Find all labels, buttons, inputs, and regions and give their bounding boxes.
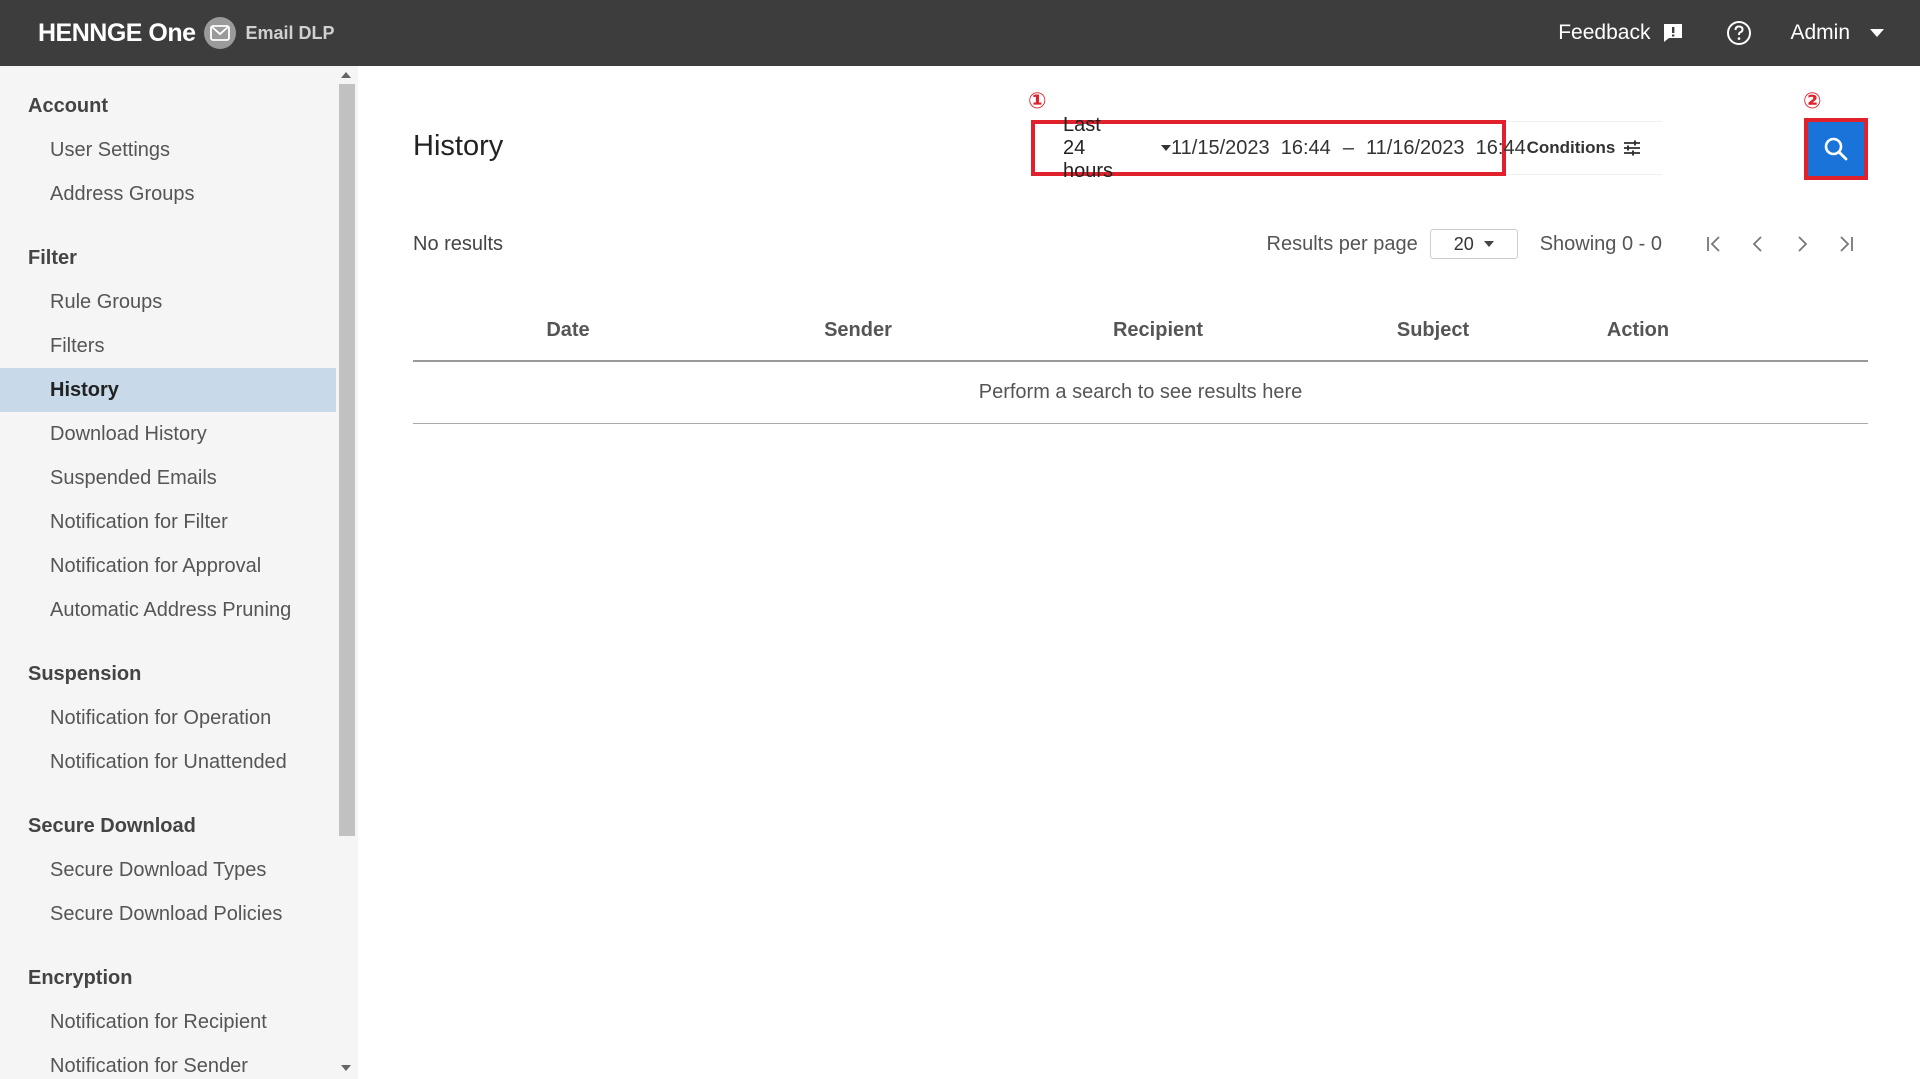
sidebar-item-notification-for-unattended[interactable]: Notification for Unattended (0, 740, 336, 784)
last-page-button[interactable] (1824, 226, 1868, 262)
empty-table-message: Perform a search to see results here (413, 362, 1868, 424)
conditions-label: Conditions (1526, 138, 1616, 157)
sidebar-item-notification-for-sender[interactable]: Notification for Sender (0, 1044, 336, 1079)
history-table: Date Sender Recipient Subject Action Per… (413, 298, 1868, 424)
sidebar-scrollbar[interactable] (337, 66, 357, 1079)
sidebar-item-rule-groups[interactable]: Rule Groups (0, 280, 336, 324)
feedback-button[interactable]: Feedback (1558, 21, 1684, 45)
column-recipient[interactable]: Recipient (1078, 298, 1238, 362)
section-filter: Filter (28, 247, 77, 269)
showing-count: Showing 0 - 0 (1539, 232, 1662, 255)
top-bar: HENNGE One Email DLP Feedback Admin (0, 0, 1920, 66)
results-toolbar: No results Results per page 20 Showing 0… (413, 226, 1868, 262)
last-page-icon (1840, 236, 1853, 252)
sliders-icon (1624, 140, 1641, 156)
scrollbar-thumb[interactable] (339, 84, 355, 836)
section-secure-download: Secure Download (28, 815, 196, 837)
first-page-button[interactable] (1692, 226, 1736, 262)
table-header: Date Sender Recipient Subject Action (413, 298, 1868, 362)
annotation-marker-2: ② (1803, 88, 1822, 113)
scroll-up-arrow-icon[interactable] (341, 72, 351, 78)
conditions-button[interactable]: Conditions (1506, 121, 1662, 175)
column-subject[interactable]: Subject (1368, 298, 1498, 362)
sidebar-item-notification-for-operation[interactable]: Notification for Operation (0, 696, 336, 740)
feedback-icon (1664, 24, 1683, 42)
chevron-down-icon (1161, 145, 1172, 151)
scroll-down-arrow-icon[interactable] (341, 1065, 351, 1071)
page-title: History (413, 130, 504, 162)
sidebar-item-notification-for-filter[interactable]: Notification for Filter (0, 500, 336, 544)
date-from[interactable]: 11/15/2023 16:44 (1171, 137, 1331, 160)
help-icon[interactable] (1726, 20, 1752, 46)
column-date[interactable]: Date (503, 298, 633, 362)
admin-menu[interactable]: Admin (1790, 21, 1884, 45)
date-to[interactable]: 11/16/2023 16:44 (1366, 137, 1526, 160)
sidebar-item-notification-for-approval[interactable]: Notification for Approval (0, 544, 336, 588)
sidebar-item-secure-download-policies[interactable]: Secure Download Policies (0, 892, 336, 936)
feedback-label: Feedback (1558, 21, 1651, 44)
sidebar-item-user-settings[interactable]: User Settings (0, 128, 336, 172)
sidebar-item-download-history[interactable]: Download History (0, 412, 336, 456)
date-range-filter: Last 24 hours 11/15/2023 16:44 – 11/16/2… (1031, 114, 1526, 182)
sidebar-item-suspended-emails[interactable]: Suspended Emails (0, 456, 336, 500)
admin-label: Admin (1790, 21, 1850, 44)
product-name: Email DLP (245, 22, 335, 43)
sidebar-item-secure-download-types[interactable]: Secure Download Types (0, 848, 336, 892)
chevron-down-icon (1870, 29, 1884, 37)
results-per-page-label: Results per page (1266, 232, 1418, 255)
next-page-button[interactable] (1780, 226, 1824, 262)
column-action[interactable]: Action (1578, 298, 1698, 362)
annotation-marker-1: ① (1028, 88, 1047, 113)
results-per-page-select[interactable]: 20 (1429, 229, 1518, 259)
chevron-right-icon (1798, 236, 1808, 252)
no-results-label: No results (413, 232, 504, 255)
time-range-select[interactable]: Last 24 hours (1035, 113, 1172, 183)
first-page-icon (1707, 236, 1720, 252)
column-sender[interactable]: Sender (783, 298, 933, 362)
search-icon (1824, 137, 1848, 161)
sidebar-item-filters[interactable]: Filters (0, 324, 336, 368)
section-encryption: Encryption (28, 967, 133, 989)
sidebar-item-automatic-address-pruning[interactable]: Automatic Address Pruning (0, 588, 336, 632)
brand-logo: HENNGE One (38, 18, 196, 47)
sidebar-item-address-groups[interactable]: Address Groups (0, 172, 336, 216)
sidebar: Account User Settings Address Groups Fil… (0, 66, 358, 1079)
chevron-down-icon (1483, 241, 1494, 247)
sidebar-item-notification-for-recipient[interactable]: Notification for Recipient (0, 1000, 336, 1044)
previous-page-button[interactable] (1736, 226, 1780, 262)
chevron-left-icon (1752, 236, 1762, 252)
mail-icon (203, 17, 236, 49)
date-separator: – (1342, 136, 1354, 159)
main-content: History ① ② Last 24 hours 11/15/2023 16:… (358, 66, 1920, 1079)
brand[interactable]: HENNGE One Email DLP (38, 0, 335, 66)
section-suspension: Suspension (28, 663, 142, 685)
search-button[interactable] (1804, 118, 1868, 180)
time-range-value: Last 24 hours (1063, 113, 1114, 182)
sidebar-item-history[interactable]: History (0, 368, 336, 412)
results-per-page-value: 20 (1453, 233, 1474, 254)
section-account: Account (28, 95, 108, 117)
